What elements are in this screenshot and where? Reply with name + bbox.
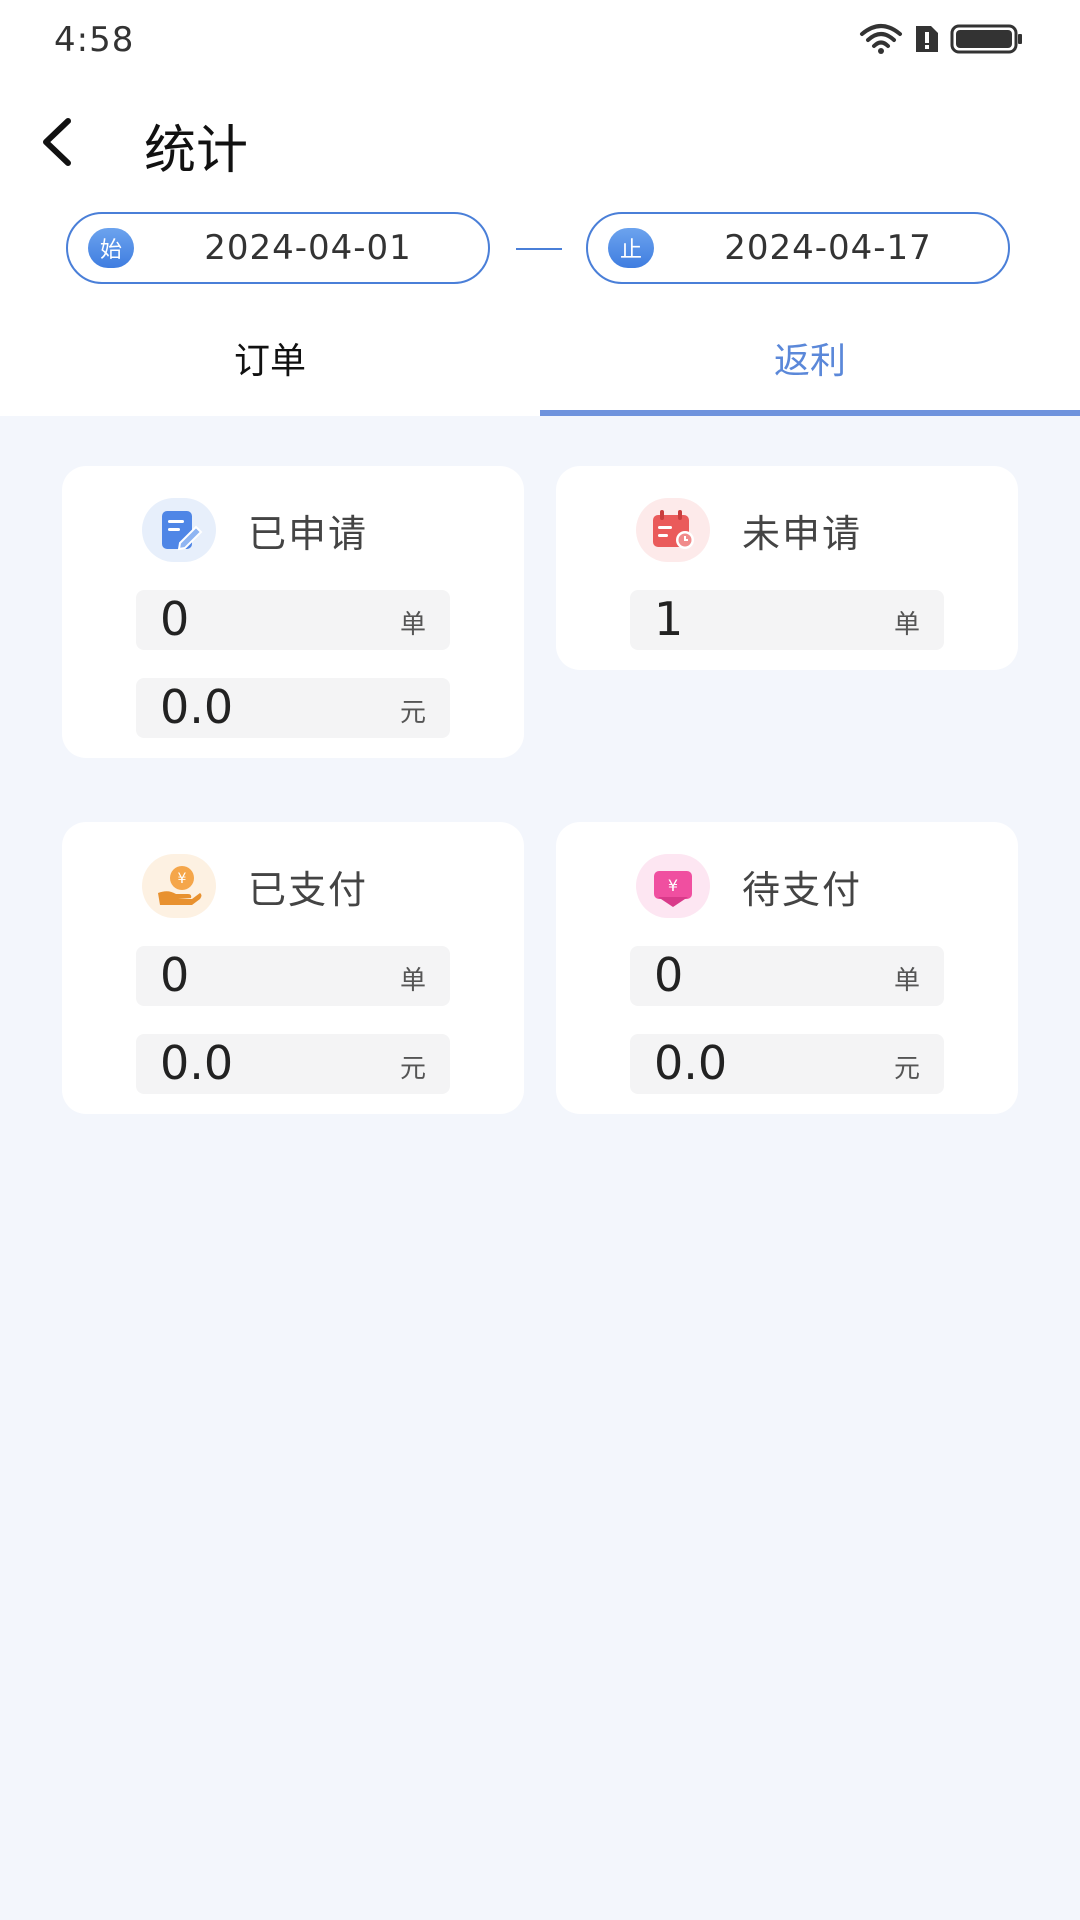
card-header: ¥ 已支付	[142, 854, 368, 918]
chevron-left-icon	[43, 118, 71, 166]
amount-stat: 0.0 元	[136, 1034, 450, 1094]
orders-stat: 0 单	[136, 946, 450, 1006]
card-title: 已支付	[248, 867, 369, 912]
date-separator	[516, 248, 562, 250]
orders-unit: 单	[399, 610, 426, 640]
app-header: 统计	[0, 90, 1080, 190]
card-paid[interactable]: ¥ 已支付 0 单 0.0 元	[62, 822, 524, 1114]
orders-unit: 单	[893, 610, 920, 640]
end-date-picker[interactable]: 止 2024-04-17	[586, 212, 1010, 284]
svg-text:¥: ¥	[178, 871, 187, 887]
back-button[interactable]	[28, 112, 88, 172]
card-title: 已申请	[248, 511, 369, 556]
card-pending[interactable]: ¥ 待支付 0 单 0.0 元	[556, 822, 1018, 1114]
card-applied[interactable]: 已申请 0 单 0.0 元	[62, 466, 524, 758]
card-unapplied[interactable]: 未申请 1 单	[556, 466, 1018, 670]
sim-alert-icon	[916, 26, 938, 52]
amount-unit: 元	[399, 698, 426, 728]
card-title: 未申请	[742, 511, 863, 556]
amount-unit: 元	[893, 1054, 920, 1084]
amount-value: 0.0	[160, 680, 234, 734]
calendar-clock-icon	[636, 498, 710, 562]
end-date-value: 2024-04-17	[724, 228, 932, 268]
wifi-icon	[860, 24, 902, 54]
orders-count: 0	[160, 592, 190, 646]
amount-unit: 元	[399, 1054, 426, 1084]
end-badge: 止	[608, 228, 654, 268]
tab-rebate[interactable]: 返利	[540, 314, 1080, 416]
amount-value: 0.0	[654, 1036, 728, 1090]
start-badge: 始	[88, 228, 134, 268]
amount-stat: 0.0 元	[630, 1034, 944, 1094]
battery-icon	[950, 24, 1022, 54]
svg-text:¥: ¥	[668, 876, 678, 895]
amount-value: 0.0	[160, 1036, 234, 1090]
orders-stat: 1 单	[630, 590, 944, 650]
tab-orders[interactable]: 订单	[0, 314, 540, 416]
orders-stat: 0 单	[136, 590, 450, 650]
start-date-value: 2024-04-01	[204, 228, 412, 268]
orders-unit: 单	[399, 966, 426, 996]
stats-content: 已申请 0 单 0.0 元 未申请 1 单 ¥ 已支付 0 单 0.0 元 ¥ …	[0, 416, 1080, 1920]
date-range: 始 2024-04-01 止 2024-04-17	[0, 212, 1080, 288]
orders-count: 1	[654, 592, 684, 646]
wallet-yen-icon: ¥	[636, 854, 710, 918]
start-date-picker[interactable]: 始 2024-04-01	[66, 212, 490, 284]
status-bar: 4:58	[0, 0, 1080, 80]
orders-count: 0	[654, 948, 684, 1002]
status-time: 4:58	[54, 20, 135, 60]
card-header: ¥ 待支付	[636, 854, 862, 918]
document-edit-icon	[142, 498, 216, 562]
page-title: 统计	[144, 121, 249, 181]
orders-unit: 单	[893, 966, 920, 996]
tab-bar: 订单 返利	[0, 314, 1080, 416]
card-header: 未申请	[636, 498, 862, 562]
amount-stat: 0.0 元	[136, 678, 450, 738]
orders-stat: 0 单	[630, 946, 944, 1006]
status-icons	[858, 22, 1024, 56]
card-header: 已申请	[142, 498, 368, 562]
orders-count: 0	[160, 948, 190, 1002]
card-title: 待支付	[742, 867, 863, 912]
hand-coin-icon: ¥	[142, 854, 216, 918]
